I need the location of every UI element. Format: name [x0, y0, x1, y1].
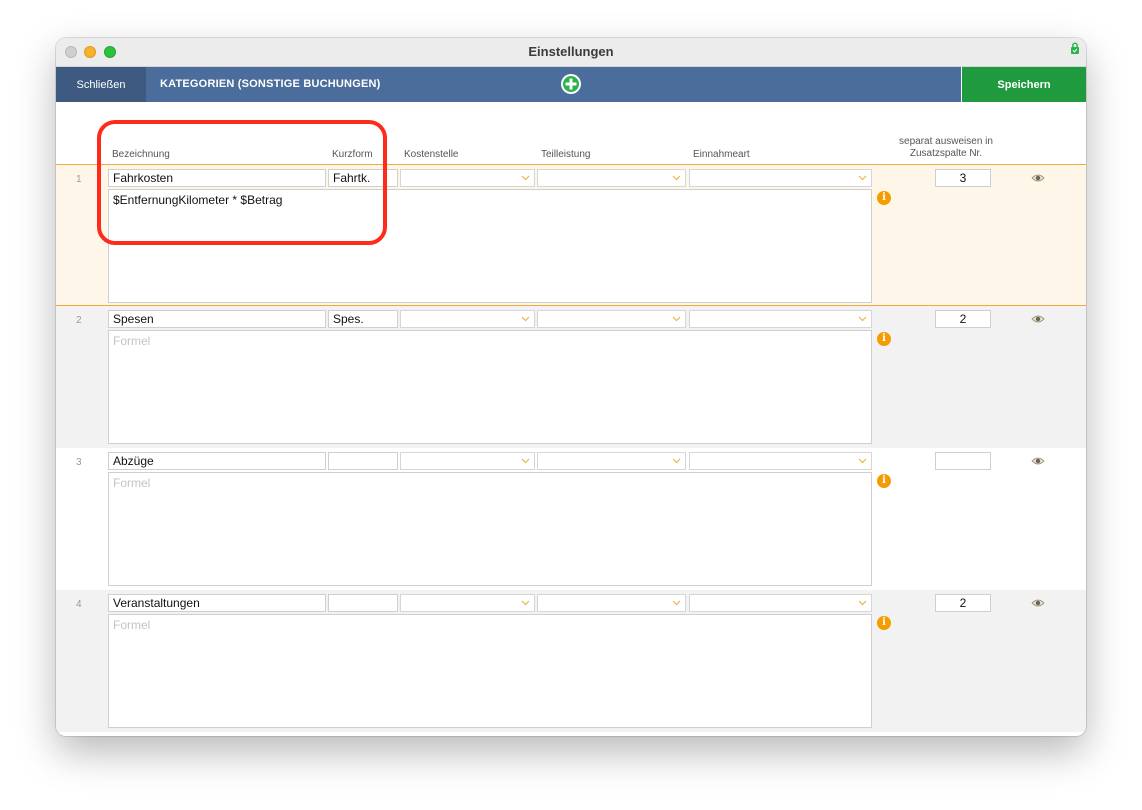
category-row: 3 Abzüge Formel i [56, 448, 1086, 590]
category-row: 4 Veranstaltungen Formel i 2 [56, 590, 1086, 732]
einnahmeart-select[interactable] [689, 310, 872, 328]
bezeichnung-field[interactable]: Spesen [108, 310, 326, 328]
kostenstelle-select[interactable] [400, 452, 535, 470]
eye-icon[interactable] [1031, 173, 1045, 183]
bezeichnung-field[interactable]: Veranstaltungen [108, 594, 326, 612]
chevron-down-icon [672, 600, 681, 606]
zusatzspalte-field[interactable] [935, 452, 991, 470]
close-button[interactable]: Schließen [56, 67, 146, 102]
kurzform-field[interactable]: Spes. [328, 310, 398, 328]
eye-icon[interactable] [1031, 314, 1045, 324]
chevron-down-icon [858, 175, 867, 181]
teilleistung-select[interactable] [537, 169, 686, 187]
lock-icon [1071, 42, 1079, 54]
window-title: Einstellungen [528, 44, 614, 59]
chevron-down-icon [858, 600, 867, 606]
col-separat-line2: Zusatzspalte Nr. [909, 148, 983, 159]
formel-textarea[interactable]: Formel [108, 614, 872, 728]
row-number: 1 [76, 174, 82, 185]
teilleistung-select[interactable] [537, 452, 686, 470]
einnahmeart-select[interactable] [689, 169, 872, 187]
info-icon[interactable]: i [877, 332, 891, 346]
teilleistung-select[interactable] [537, 594, 686, 612]
zusatzspalte-field[interactable]: 2 [935, 594, 991, 612]
chevron-down-icon [672, 316, 681, 322]
chevron-down-icon [858, 316, 867, 322]
row-number: 4 [76, 599, 82, 610]
highlight-annotation [97, 120, 387, 245]
col-teilleistung: Teilleistung [541, 149, 591, 160]
chevron-down-icon [521, 316, 530, 322]
plus-circle-icon[interactable] [560, 73, 582, 95]
zusatzspalte-field[interactable]: 2 [935, 310, 991, 328]
category-row: 2 Spesen Spes. Formel i 2 [56, 306, 1086, 448]
row-number: 3 [76, 457, 82, 468]
eye-icon[interactable] [1031, 456, 1045, 466]
einnahmeart-select[interactable] [689, 594, 872, 612]
bezeichnung-field[interactable]: Abzüge [108, 452, 326, 470]
chevron-down-icon [521, 175, 530, 181]
formel-textarea[interactable]: Formel [108, 330, 872, 444]
save-button[interactable]: Speichern [961, 67, 1086, 102]
section-title: KATEGORIEN (SONSTIGE BUCHUNGEN) [160, 78, 381, 90]
kostenstelle-select[interactable] [400, 169, 535, 187]
chevron-down-icon [672, 458, 681, 464]
title-bar: Einstellungen [56, 38, 1086, 67]
col-separat: separat ausweisen in Zusatzspalte Nr. [876, 136, 1016, 160]
col-einnahmeart: Einnahmeart [693, 149, 750, 160]
kurzform-field[interactable] [328, 594, 398, 612]
formel-textarea[interactable]: Formel [108, 472, 872, 586]
eye-icon[interactable] [1031, 598, 1045, 608]
col-separat-line1: separat ausweisen in [899, 136, 993, 147]
zusatzspalte-field[interactable]: 3 [935, 169, 991, 187]
col-kostenstelle: Kostenstelle [404, 149, 459, 160]
chevron-down-icon [672, 175, 681, 181]
info-icon[interactable]: i [877, 191, 891, 205]
einnahmeart-select[interactable] [689, 452, 872, 470]
chevron-down-icon [858, 458, 867, 464]
toolbar: Schließen KATEGORIEN (SONSTIGE BUCHUNGEN… [56, 67, 1086, 102]
info-icon[interactable]: i [877, 474, 891, 488]
row-number: 2 [76, 315, 82, 326]
kostenstelle-select[interactable] [400, 310, 535, 328]
chevron-down-icon [521, 600, 530, 606]
teilleistung-select[interactable] [537, 310, 686, 328]
kurzform-field[interactable] [328, 452, 398, 470]
chevron-down-icon [521, 458, 530, 464]
info-icon[interactable]: i [877, 616, 891, 630]
kostenstelle-select[interactable] [400, 594, 535, 612]
